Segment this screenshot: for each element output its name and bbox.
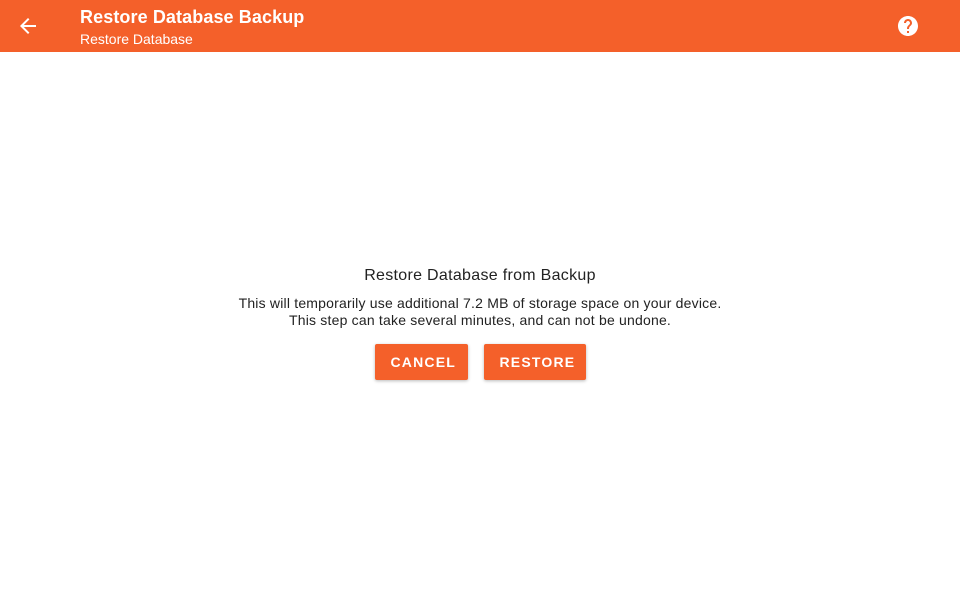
restore-button[interactable]: RESTORE: [483, 344, 586, 380]
action-buttons: CANCEL RESTORE: [0, 344, 960, 380]
description-line-2: This step can take several minutes, and …: [288, 312, 672, 328]
page-subtitle: Restore Database: [80, 31, 193, 47]
restore-description: This will temporarily use additional 7.2…: [0, 295, 960, 329]
description-line-1: This will temporarily use additional 7.2…: [238, 295, 722, 311]
app-bar: Restore Database Backup Restore Database: [0, 0, 960, 52]
back-button[interactable]: [8, 6, 48, 46]
help-button[interactable]: [888, 6, 928, 46]
arrow-back-icon: [20, 18, 36, 34]
restore-heading: Restore Database from Backup: [364, 267, 596, 284]
page-title: Restore Database Backup: [80, 7, 305, 27]
cancel-button[interactable]: CANCEL: [374, 344, 468, 380]
help-circle-icon: [898, 16, 918, 36]
restore-panel: Restore Database from Backup This will t…: [0, 262, 960, 380]
app-bar-titles: Restore Database Backup Restore Database: [80, 6, 304, 49]
